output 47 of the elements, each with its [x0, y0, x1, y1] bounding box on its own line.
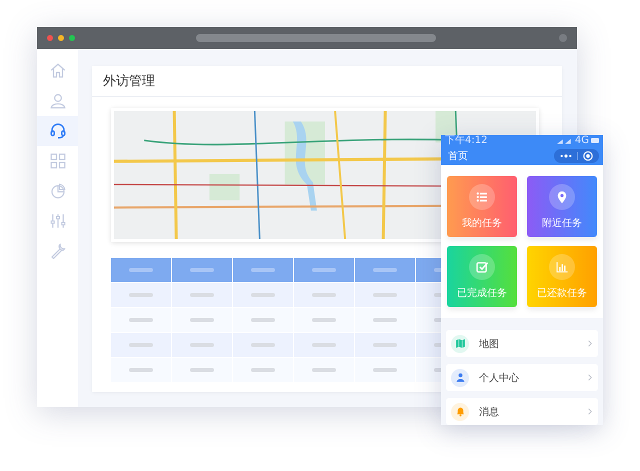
address-bar[interactable] — [196, 34, 436, 42]
app-title: 首页 — [448, 150, 468, 163]
target-icon[interactable] — [583, 150, 593, 161]
bar-chart-icon — [555, 260, 569, 274]
menu-label: 个人中心 — [479, 372, 520, 384]
tile-label: 已完成任务 — [457, 286, 507, 300]
text-placeholder — [312, 268, 336, 272]
location-pin-icon — [555, 190, 569, 204]
user-icon — [48, 92, 66, 110]
signal-icon — [556, 138, 573, 144]
chevron-right-icon — [588, 340, 592, 347]
page-title: 外访管理 — [103, 73, 155, 90]
network-label: 4G — [574, 136, 589, 146]
tile-label: 我的任务 — [462, 216, 502, 230]
text-placeholder — [373, 268, 397, 272]
task-tile[interactable]: 附近任务 — [527, 176, 597, 237]
headset-icon — [48, 122, 66, 140]
grid-icon — [48, 152, 66, 170]
wrench-icon — [48, 242, 66, 260]
close-dot-icon[interactable] — [47, 35, 53, 41]
tile-label: 附近任务 — [542, 216, 582, 230]
menu-item[interactable]: 个人中心 — [446, 364, 598, 391]
sliders-icon — [48, 212, 66, 230]
bell-icon — [454, 406, 466, 417]
battery-icon — [591, 138, 599, 144]
chevron-right-icon — [588, 374, 592, 381]
menu-label: 消息 — [479, 406, 500, 418]
home-icon — [48, 62, 66, 80]
list-icon — [475, 190, 489, 204]
checkbox-icon — [475, 260, 489, 274]
chevron-right-icon — [588, 408, 592, 415]
text-placeholder — [190, 268, 214, 272]
sidebar-item[interactable] — [37, 116, 78, 146]
text-placeholder — [129, 268, 153, 272]
menu-item[interactable]: 地图 — [446, 330, 598, 357]
minimize-dot-icon[interactable] — [58, 35, 64, 41]
tile-label: 已还款任务 — [537, 286, 587, 300]
map-icon — [454, 338, 466, 349]
person-icon — [454, 372, 466, 383]
text-placeholder — [251, 268, 275, 272]
pie-chart-icon — [48, 182, 66, 200]
circle-icon — [559, 34, 567, 42]
menu-item[interactable]: 消息 — [446, 398, 598, 425]
more-icon[interactable] — [560, 154, 572, 158]
menu-label: 地图 — [479, 338, 500, 350]
task-tile[interactable]: 我的任务 — [447, 176, 517, 237]
maximize-dot-icon[interactable] — [69, 35, 75, 41]
